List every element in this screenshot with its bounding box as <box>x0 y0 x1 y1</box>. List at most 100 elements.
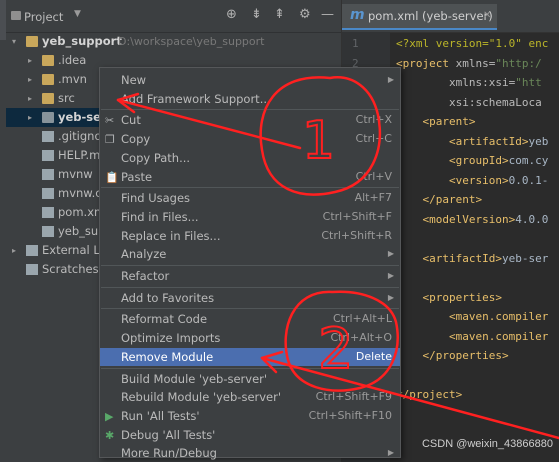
file-icon <box>42 169 54 180</box>
folder-icon <box>42 93 54 104</box>
code-token: <modelVersion> <box>396 212 516 226</box>
menu-item-label: Replace in Files... <box>121 228 221 243</box>
code-token: yeb <box>528 134 549 148</box>
chevron-down-icon[interactable]: ▼ <box>74 9 81 19</box>
code-token: "htt <box>515 76 542 89</box>
submenu-arrow-icon: ▶ <box>387 271 394 280</box>
menu-item-paste[interactable]: 📋 Paste Ctrl+V <box>100 168 400 186</box>
project-panel-title[interactable]: Project <box>24 10 63 24</box>
menu-item-cut[interactable]: ✂ Cut Ctrl+X <box>100 111 400 129</box>
chevron-right-icon[interactable]: ▸ <box>28 89 32 108</box>
code-token: </properties> <box>396 349 509 362</box>
tab-label: pom.xml (yeb-server) <box>368 9 493 23</box>
close-icon[interactable]: ✕ <box>483 10 491 21</box>
menu-item-label: Debug 'All Tests' <box>121 427 216 442</box>
menu-item-refactor[interactable]: Refactor ▶ <box>100 267 400 285</box>
submenu-arrow-icon: ▶ <box>387 292 394 302</box>
copy-icon: ❐ <box>105 133 115 147</box>
menu-item-label: Copy <box>121 132 151 147</box>
maven-m-icon: m <box>350 7 365 23</box>
code-line: <artifactId>yeb-ser <box>396 252 548 265</box>
chevron-down-icon[interactable]: ▾ <box>12 32 16 51</box>
code-token: <project <box>396 56 456 70</box>
menu-item-new[interactable]: New ▶ <box>100 71 400 89</box>
menu-item-shortcut: Ctrl+Shift+R <box>321 228 392 242</box>
submenu-arrow-icon: ▶ <box>387 448 394 458</box>
menu-item-reformat-code[interactable]: Reformat Code Ctrl+Alt+L <box>100 310 400 328</box>
tree-item[interactable]: ▾ yeb_support D:\workspace\yeb_support <box>6 32 341 51</box>
code-line: xmlns:xsi="htt <box>396 76 542 89</box>
folder-icon <box>42 74 54 85</box>
markdown-file-icon <box>42 150 54 161</box>
menu-item-add-to-favorites[interactable]: Add to Favorites ▶ <box>100 289 400 307</box>
menu-item-add-framework-support[interactable]: Add Framework Support... <box>100 90 400 108</box>
file-icon <box>42 131 54 142</box>
scissors-icon: ✂ <box>105 114 115 128</box>
chevron-right-icon[interactable]: ▸ <box>12 241 16 260</box>
code-token: <groupId> <box>396 154 509 167</box>
menu-item-label: Build Module 'yeb-server' <box>121 371 268 386</box>
code-line: <artifactId>yeb <box>396 135 548 148</box>
menu-item-remove-module[interactable]: Remove Module Delete <box>100 347 400 366</box>
menu-item-run-all-tests[interactable]: ▶ Run 'All Tests' Ctrl+Shift+F10 <box>100 407 400 425</box>
code-token: xmlns= <box>455 56 496 70</box>
code-token: </parent> <box>396 193 483 206</box>
code-line: <maven.compiler <box>396 330 548 343</box>
menu-separator <box>101 265 399 266</box>
menu-item-find-in-files[interactable]: Find in Files... Ctrl+Shift+F <box>100 208 400 226</box>
menu-item-label: Analyze <box>121 247 167 262</box>
code-token: yeb-ser <box>501 251 549 265</box>
menu-item-copy-path[interactable]: Copy Path... <box>100 149 400 167</box>
menu-item-label: Optimize Imports <box>121 331 221 346</box>
library-icon <box>26 245 38 256</box>
code-token: com.cy <box>508 154 549 167</box>
code-token: xmlns:xsi= <box>396 76 516 89</box>
project-panel-header: Project ▼ ⊕ ⇟ ⇞ ⚙ — <box>6 0 341 33</box>
expand-all-icon[interactable]: ⇟ <box>251 8 262 22</box>
menu-item-label: Remove Module <box>121 349 214 364</box>
menu-item-replace-in-files[interactable]: Replace in Files... Ctrl+Shift+R <box>100 227 400 245</box>
chevron-right-icon[interactable]: ▸ <box>28 51 32 70</box>
code-token: <properties> <box>396 290 502 304</box>
menu-item-build-module-yeb-server[interactable]: Build Module 'yeb-server' <box>100 370 400 388</box>
collapse-all-icon[interactable]: ⇞ <box>274 8 285 22</box>
target-icon[interactable]: ⊕ <box>226 8 237 22</box>
menu-item-label: Refactor <box>121 269 170 283</box>
menu-item-debug-all-tests[interactable]: ✱ Debug 'All Tests' <box>100 426 400 444</box>
chevron-right-icon[interactable]: ▸ <box>28 70 32 89</box>
menu-separator <box>101 286 399 288</box>
menu-item-shortcut: Ctrl+Shift+F9 <box>315 390 392 404</box>
menu-item-analyze[interactable]: Analyze ▶ <box>100 245 400 263</box>
menu-item-more-run-debug[interactable]: More Run/Debug ▶ <box>100 444 400 462</box>
menu-item-shortcut: Ctrl+V <box>355 169 392 183</box>
code-line: <groupId>com.cy <box>396 154 548 167</box>
menu-item-shortcut: Ctrl+C <box>355 132 392 146</box>
menu-item-label: Copy Path... <box>121 150 191 165</box>
chevron-right-icon[interactable]: ▸ <box>28 108 32 127</box>
module-folder-icon <box>42 112 54 123</box>
debug-icon: ✱ <box>105 428 115 442</box>
menu-item-shortcut: Alt+F7 <box>354 191 392 205</box>
tree-item-label: yeb_support <box>42 34 122 48</box>
menu-item-label: Add to Favorites <box>121 290 215 305</box>
folder-icon <box>26 36 38 47</box>
code-token: xsi:schemaLoca <box>396 95 542 109</box>
settings-icon[interactable]: ⚙ <box>299 8 311 22</box>
menu-item-rebuild-module-yeb-server[interactable]: Rebuild Module 'yeb-server' Ctrl+Shift+F9 <box>100 388 400 406</box>
menu-item-optimize-imports[interactable]: Optimize Imports Ctrl+Alt+O <box>100 329 400 347</box>
code-line: </properties> <box>396 349 509 362</box>
menu-item-label: Find in Files... <box>121 209 199 224</box>
code-line: </project> <box>396 388 462 401</box>
menu-item-find-usages[interactable]: Find Usages Alt+F7 <box>100 189 400 207</box>
code-token: 4.0.0 <box>515 212 549 226</box>
tree-item-label: src <box>58 91 75 105</box>
tab-pom-xml[interactable]: m pom.xml (yeb-server) ✕ <box>342 4 497 30</box>
hide-icon[interactable]: — <box>321 8 334 22</box>
menu-item-label: Find Usages <box>121 191 191 206</box>
menu-item-label: Rebuild Module 'yeb-server' <box>121 390 282 405</box>
code-token: 0.0.1- <box>508 173 549 187</box>
menu-item-copy[interactable]: ❐ Copy Ctrl+C <box>100 130 400 148</box>
run-icon: ▶ <box>105 409 114 423</box>
code-token: <version> <box>396 173 509 187</box>
submenu-arrow-icon: ▶ <box>387 249 394 259</box>
